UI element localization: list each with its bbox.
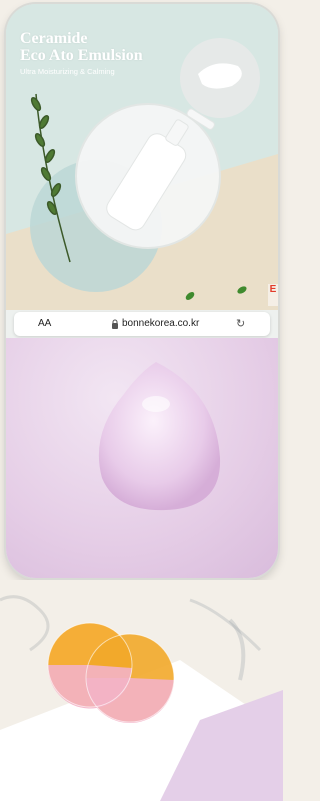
url-text[interactable]: bonnekorea.co.kr (122, 318, 199, 329)
lock-icon (112, 319, 118, 329)
product-title: Ceramide Eco Ato Emulsion (20, 30, 143, 64)
product-hero-image: Ceramide Eco Ato Emulsion Ultra Moisturi… (6, 4, 278, 310)
brand-mark: E (268, 284, 278, 306)
patch-illustration (0, 580, 283, 801)
reload-icon[interactable]: ↻ (236, 317, 245, 330)
phone-frame: Ceramide Eco Ato Emulsion Ultra Moisturi… (6, 4, 278, 578)
product-subtitle: Ultra Moisturizing & Calming (20, 67, 115, 76)
emulsion-drop (98, 362, 221, 511)
product-texture-image (6, 338, 278, 578)
background-product-photo (0, 580, 283, 801)
text-size-button[interactable]: AA (38, 318, 51, 329)
browser-address-bar[interactable]: AA bonnekorea.co.kr ↻ (14, 312, 270, 336)
